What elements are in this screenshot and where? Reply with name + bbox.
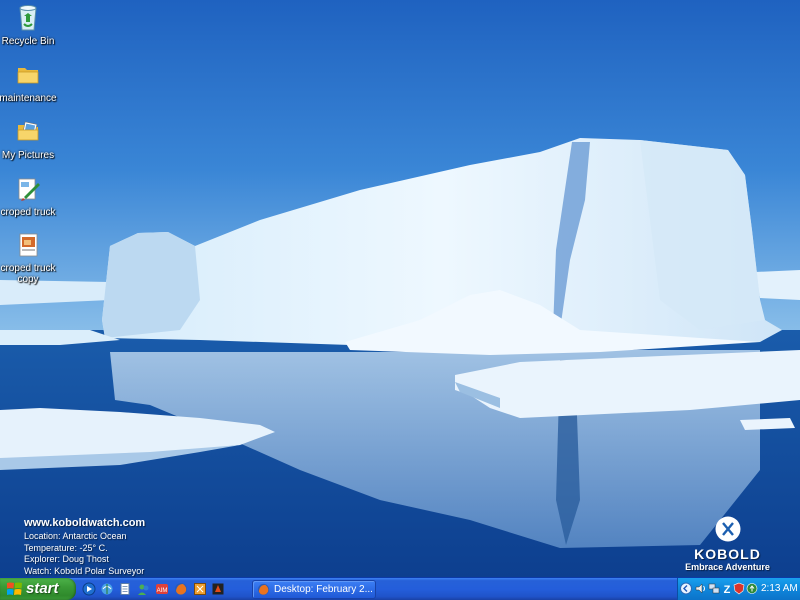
network-icon[interactable] (100, 582, 114, 596)
media-player-icon[interactable] (82, 582, 96, 596)
desktop-icon-label: croped truck copy (0, 263, 56, 285)
wallpaper-brand: KOBOLD Embrace Adventure (680, 515, 775, 572)
wallpaper-website: www.koboldwatch.com (24, 517, 146, 529)
wallpaper-temperature: Temperature: -25° C. (24, 542, 108, 553)
wallpaper (0, 0, 800, 577)
task-button-firefox[interactable]: Desktop: February 2... (252, 580, 376, 599)
svg-text:AIM: AIM (157, 588, 168, 594)
folder-icon (17, 68, 39, 84)
wallpaper-location: Location: Antarctic Ocean (24, 531, 127, 541)
windows-flag-icon (7, 582, 22, 595)
desktop-icon-my-pictures[interactable]: My Pictures (0, 116, 60, 161)
clock[interactable]: 2:13 AM (761, 583, 798, 594)
system-tray: Z 2:13 AM (677, 578, 800, 600)
taskbar: start AIM Desktop: February 2... Z 2:13 … (0, 577, 800, 600)
desktop-icon-croped-truck-copy[interactable]: croped truck copy (0, 229, 60, 285)
security-icon[interactable] (733, 582, 745, 595)
notepad-icon[interactable] (118, 582, 132, 596)
firefox-icon[interactable] (174, 582, 188, 596)
desktop-icon-croped-truck[interactable]: croped truck (0, 173, 60, 218)
start-button[interactable]: start (0, 578, 76, 600)
brand-name: KOBOLD (694, 546, 761, 562)
z-icon[interactable]: Z (721, 582, 733, 595)
desktop-icon-label: croped truck (0, 207, 56, 218)
paint-image-icon (18, 178, 40, 201)
app-icon[interactable] (211, 582, 225, 596)
wallpaper-explorer: Explorer: Doug Thost (24, 554, 109, 564)
svg-text:Z: Z (724, 584, 731, 595)
speaker-icon[interactable] (695, 582, 707, 595)
kobold-logo-icon (715, 516, 740, 542)
recycle-bin-icon (19, 5, 37, 31)
desktop-icon-maintenance[interactable]: maintenance (0, 59, 60, 104)
desktop-icon-label: My Pictures (1, 150, 55, 161)
my-pictures-folder-icon (17, 121, 39, 141)
desktop-icon-label: maintenance (0, 93, 57, 104)
update-icon[interactable] (746, 582, 758, 595)
brand-tagline: Embrace Adventure (685, 562, 770, 572)
winamp-icon[interactable] (193, 582, 207, 596)
start-label: start (26, 580, 59, 597)
arrow-left-icon[interactable] (680, 582, 692, 595)
msn-icon[interactable] (137, 582, 151, 596)
wallpaper-info-block: www.koboldwatch.com Location: Antarctic … (24, 517, 145, 577)
image-file-icon (19, 233, 38, 257)
task-button-label: Desktop: February 2... (274, 584, 373, 595)
firefox-icon (257, 583, 270, 596)
desktop-icon-label: Recycle Bin (1, 36, 55, 47)
desktop-icon-recycle-bin[interactable]: Recycle Bin (0, 2, 60, 47)
wallpaper-watch: Watch: Kobold Polar Surveyor (24, 565, 145, 576)
aim-icon[interactable]: AIM (155, 582, 169, 596)
network-status-icon[interactable] (708, 582, 720, 595)
